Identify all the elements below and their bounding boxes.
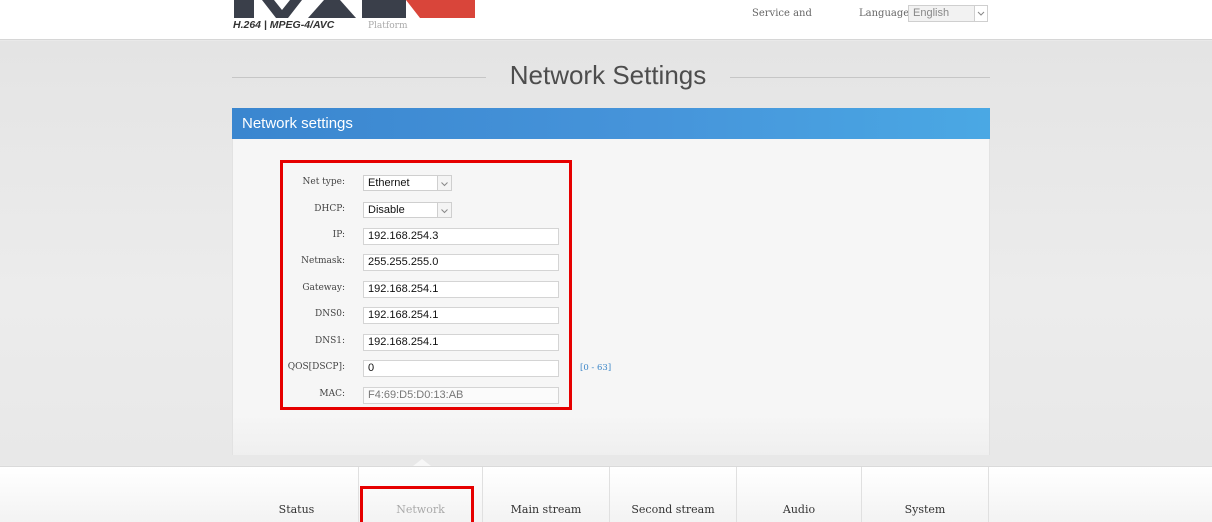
title-divider-left bbox=[232, 77, 486, 78]
language-label: Language: bbox=[859, 8, 913, 19]
bottom-tab-bar: Status Network Main stream Second stream… bbox=[0, 466, 1212, 522]
dns0-input[interactable]: 192.168.254.1 bbox=[363, 307, 559, 324]
panel-body: Net type: Ethernet DHCP: Disable IP: 192… bbox=[232, 139, 990, 455]
chevron-down-icon bbox=[437, 176, 451, 190]
gateway-input[interactable]: 192.168.254.1 bbox=[363, 281, 559, 298]
platform-label: Platform bbox=[368, 21, 408, 31]
brand-logo-icon bbox=[230, 0, 475, 18]
qos-label: QOS[DSCP]: bbox=[287, 362, 345, 372]
netmask-input[interactable]: 255.255.255.0 bbox=[363, 254, 559, 271]
tab-pointer-notch bbox=[413, 459, 431, 466]
net-type-value: Ethernet bbox=[368, 177, 410, 189]
dhcp-value: Disable bbox=[368, 204, 405, 216]
tab-second-stream[interactable]: Second stream bbox=[610, 467, 737, 522]
qos-input[interactable]: 0 bbox=[363, 360, 559, 377]
form-row-netmask: Netmask: 255.255.255.0 bbox=[233, 254, 991, 272]
gateway-label: Gateway: bbox=[302, 283, 345, 293]
panel-fade bbox=[233, 415, 989, 455]
tab-network[interactable]: Network bbox=[359, 467, 483, 522]
form-row-mac: MAC: F4:69:D5:D0:13:AB bbox=[233, 387, 991, 405]
page-title: Network Settings bbox=[509, 60, 707, 90]
form-row-dns0: DNS0: 192.168.254.1 bbox=[233, 307, 991, 325]
mac-label: MAC: bbox=[319, 389, 345, 399]
ip-label: IP: bbox=[332, 230, 345, 240]
form-row-ip: IP: 192.168.254.3 bbox=[233, 228, 991, 246]
netmask-label: Netmask: bbox=[301, 256, 345, 266]
tab-status[interactable]: Status bbox=[235, 467, 359, 522]
net-type-label: Net type: bbox=[302, 177, 346, 187]
form-row-gateway: Gateway: 192.168.254.1 bbox=[233, 281, 991, 299]
tab-system[interactable]: System bbox=[862, 467, 989, 522]
title-divider-right bbox=[730, 77, 990, 78]
form-row-qos: QOS[DSCP]: 0 [0 - 63] bbox=[233, 360, 991, 378]
chevron-down-icon bbox=[437, 203, 451, 217]
tab-audio[interactable]: Audio bbox=[737, 467, 862, 522]
panel-header: Network settings bbox=[232, 108, 990, 145]
dhcp-select[interactable]: Disable bbox=[363, 202, 452, 218]
mac-field: F4:69:D5:D0:13:AB bbox=[363, 387, 559, 404]
tab-main-stream[interactable]: Main stream bbox=[483, 467, 610, 522]
dns1-input[interactable]: 192.168.254.1 bbox=[363, 334, 559, 351]
form-row-dns1: DNS1: 192.168.254.1 bbox=[233, 334, 991, 352]
net-type-select[interactable]: Ethernet bbox=[363, 175, 452, 191]
panel-title: Network settings bbox=[242, 115, 353, 132]
form-row-net-type: Net type: Ethernet bbox=[233, 175, 991, 193]
language-select[interactable]: English bbox=[908, 5, 988, 22]
form-row-dhcp: DHCP: Disable bbox=[233, 202, 991, 220]
dns0-label: DNS0: bbox=[314, 309, 345, 319]
qos-range-hint: [0 - 63] bbox=[580, 363, 612, 373]
top-bar: H.264 | MPEG-4/AVC Platform Service and … bbox=[0, 0, 1212, 40]
language-value: English bbox=[913, 7, 950, 19]
service-link[interactable]: Service and bbox=[752, 8, 812, 19]
logo-caption: H.264 | MPEG-4/AVC bbox=[233, 19, 335, 31]
dhcp-label: DHCP: bbox=[314, 204, 345, 214]
chevron-down-icon bbox=[974, 6, 987, 21]
dns1-label: DNS1: bbox=[314, 336, 345, 346]
ip-input[interactable]: 192.168.254.3 bbox=[363, 228, 559, 245]
